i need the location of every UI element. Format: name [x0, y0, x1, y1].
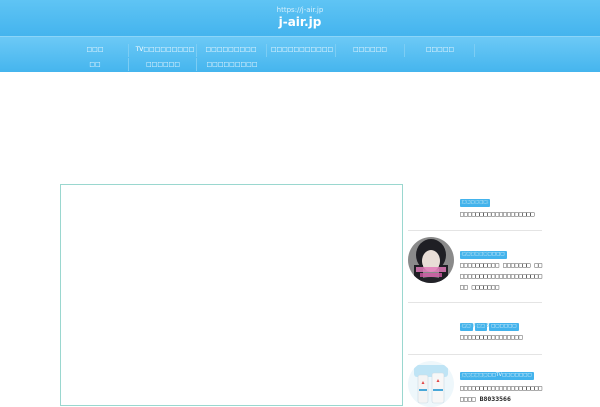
nav-item-1[interactable]: □□□: [80, 43, 110, 57]
nav-separator: [128, 58, 129, 71]
sidebar-post[interactable]: □□□□□□□□TV□□□□□□□ 2023/08/17 □□□□□□□□□□□…: [408, 361, 542, 407]
nav-item-9[interactable]: □□□□□□□□□: [200, 58, 264, 72]
site-tagline[interactable]: https://j-air.jp: [0, 6, 600, 14]
post-title[interactable]: □□□□□□□□□□□□□□□□: [460, 332, 544, 343]
post-thumbnail[interactable]: [408, 361, 454, 407]
post-divider: [408, 302, 542, 303]
sidebar-post[interactable]: □□□□□□ 2023/08/18 □□□□□□□□□□□□□□□□□□□: [408, 188, 542, 228]
sidebar-post[interactable]: □□ □□ □□□□□□ 2023/08/18 □□□□□□□□□□□□□□□□: [408, 312, 542, 348]
nav-item-8[interactable]: □□□□□□: [135, 58, 191, 72]
post-divider: [408, 354, 542, 355]
nav-separator: [196, 58, 197, 71]
nav-separator: [474, 44, 475, 57]
category-tag[interactable]: □□□□□□: [489, 323, 519, 331]
nav-item-4[interactable]: □□□□□□□□□□□: [270, 43, 334, 57]
portrait-image: [408, 237, 454, 283]
post-date: 2023/08/18: [460, 323, 489, 329]
post-thumbnail[interactable]: [408, 237, 454, 283]
nav-item-5[interactable]: □□□□□□: [340, 43, 400, 57]
post-date: 2023/08/17: [460, 374, 489, 380]
nav-separator: [196, 44, 197, 57]
nav-separator: [335, 44, 336, 57]
post-date: 2023/08/18: [460, 200, 489, 206]
post-title[interactable]: □□□□□□□□□□ □□□□□□□ □□□□□□□□□□□□□□□□□□□□□…: [460, 260, 544, 293]
site-header: https://j-air.jp j-air.jp: [0, 0, 600, 36]
post-title[interactable]: □□□□□□□□□□□□□□□□□□□: [460, 209, 544, 220]
main-content-box: [60, 184, 403, 406]
global-nav: □□□ TV□□□□□□□□□ □□□□□□□□□ □□□□□□□□□□□ □□…: [0, 36, 600, 72]
nav-separator: [404, 44, 405, 57]
nav-item-3[interactable]: □□□□□□□□□: [200, 43, 262, 57]
post-date: 2023/08/18: [460, 251, 489, 257]
nav-separator: [266, 44, 267, 57]
nav-item-7[interactable]: □□: [80, 58, 110, 72]
post-title[interactable]: □□□□□□□□□□□□□□□□□□□□□□□□□ B8033566: [460, 383, 544, 405]
product-image: [408, 361, 454, 407]
nav-item-6[interactable]: □□□□□: [410, 43, 470, 57]
sidebar-post[interactable]: □□□□□□□□□□ 2023/08/18 □□□□□□□□□□ □□□□□□□…: [408, 237, 544, 298]
nav-separator: [128, 44, 129, 57]
nav-item-2[interactable]: TV□□□□□□□□□: [135, 43, 195, 57]
post-divider: [408, 230, 542, 231]
site-logo[interactable]: j-air.jp: [0, 15, 600, 29]
